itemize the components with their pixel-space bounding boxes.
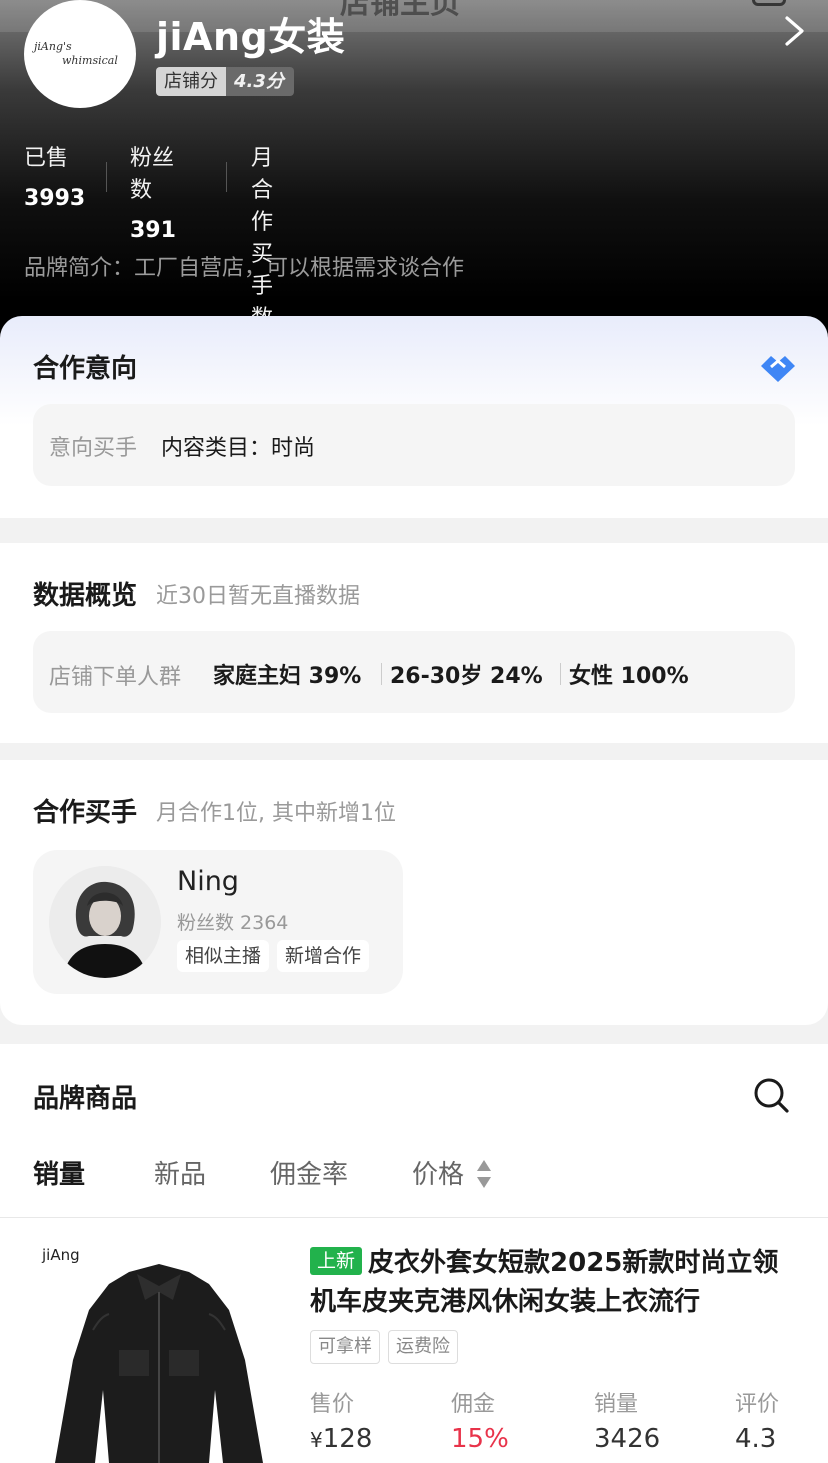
product-tag: 运费险 — [388, 1330, 458, 1364]
logo-text-line-1: jiAng's — [31, 40, 72, 53]
metric-sales: 销量 3426 — [594, 1386, 660, 1454]
buyer-avatar[interactable] — [49, 866, 161, 978]
score-label: 店铺分 — [156, 67, 226, 96]
intent-value: 内容类目：时尚 — [161, 436, 316, 461]
metric-price: 售价 ¥128 — [310, 1386, 372, 1454]
metric-sales-value: 3426 — [594, 1424, 661, 1454]
metric-rating-value: 4.3 — [735, 1424, 777, 1454]
sort-tab-commission[interactable]: 佣金率 — [270, 1154, 348, 1191]
segment-divider — [381, 663, 382, 685]
buyer-avatar-image — [49, 866, 161, 978]
chevron-right-icon[interactable] — [780, 14, 810, 48]
product-item[interactable]: jiAng 上新 皮衣外套女短款2025新款时尚立领机车皮夹克港风休闲女装上衣流行… — [0, 1218, 828, 1463]
stat-sold: 已售 3993 — [24, 140, 85, 211]
buyer-demographics-box: 店铺下单人群 家庭主妇 39% 26-30岁 24% 女性 100% — [33, 631, 795, 713]
brand-products-section: 品牌商品 销量 新品 佣金率 价格 jiAng 上新 皮衣外套女短款2025新款… — [0, 1044, 828, 1463]
data-overview-card: 数据概览 近30日暂无直播数据 店铺下单人群 家庭主妇 39% 26-30岁 2… — [0, 543, 828, 743]
cooperation-intent-box: 意向买手 内容类目：时尚 — [33, 404, 795, 486]
price-amount: 128 — [322, 1424, 373, 1454]
buyer-tag: 新增合作 — [277, 940, 370, 972]
buyer-tags: 相似主播 新增合作 — [177, 940, 370, 972]
search-icon[interactable] — [752, 1076, 790, 1114]
stat-sold-value: 3993 — [24, 186, 86, 211]
demographics-key: 店铺下单人群 — [49, 665, 182, 690]
stat-fans-value: 391 — [130, 218, 176, 243]
stat-sold-label: 已售 — [24, 146, 69, 171]
shop-score-badge: 店铺分 4.3分 — [156, 67, 294, 96]
stat-divider — [226, 162, 227, 192]
metric-commission-label: 佣金 — [451, 1392, 496, 1417]
product-title-text: 皮衣外套女短款2025新款时尚立领机车皮夹克港风休闲女装上衣流行 — [310, 1248, 779, 1317]
metric-price-label: 售价 — [310, 1392, 355, 1417]
product-tags: 可拿样 运费险 — [310, 1330, 458, 1364]
cooperation-card: 合作意向 意向买手 内容类目：时尚 — [0, 316, 828, 518]
demographic-segment: 家庭主妇 39% — [213, 664, 362, 689]
shop-name: jiAng女装 — [156, 15, 346, 59]
product-tag: 可拿样 — [310, 1330, 380, 1364]
data-overview-title: 数据概览 — [33, 581, 138, 611]
buyer-card[interactable]: Ning 粉丝数 2364 相似主播 新增合作 — [33, 850, 403, 994]
sort-tab-new[interactable]: 新品 — [154, 1154, 206, 1191]
brand-intro: 品牌简介：工厂自营店，可以根据需求谈合作 — [24, 256, 465, 281]
buyer-tag: 相似主播 — [177, 940, 270, 972]
metric-commission-value: 15% — [451, 1424, 509, 1454]
buyer-fans: 粉丝数 2364 — [177, 912, 289, 934]
currency-symbol: ¥ — [310, 1428, 323, 1452]
product-jacket-image — [55, 1264, 263, 1463]
cooperation-title: 合作意向 — [33, 354, 138, 384]
segment-divider — [560, 663, 561, 685]
cooperating-buyers-card: 合作买手 月合作1位, 其中新增1位 Ning 粉丝数 2364 相似主播 新增… — [0, 760, 828, 1025]
metric-rating: 评价 4.3 — [735, 1386, 779, 1454]
products-title: 品牌商品 — [33, 1084, 138, 1114]
buyers-subtitle: 月合作1位, 其中新增1位 — [156, 801, 396, 826]
metric-price-value: ¥128 — [310, 1424, 372, 1454]
sort-tab-price[interactable]: 价格 — [412, 1154, 464, 1191]
stat-fans: 粉丝数 391 — [130, 140, 176, 243]
product-brand-mark: jiAng — [42, 1246, 80, 1264]
sort-tab-sales[interactable]: 销量 — [33, 1154, 85, 1191]
new-badge: 上新 — [310, 1247, 363, 1275]
score-value: 4.3分 — [226, 67, 294, 96]
handshake-icon — [761, 356, 795, 382]
metric-sales-label: 销量 — [594, 1392, 639, 1417]
shop-logo-image: jiAng's whimsical — [31, 40, 118, 67]
stat-fans-label: 粉丝数 — [130, 146, 175, 203]
share-icon[interactable] — [752, 0, 786, 6]
demographic-segment: 26-30岁 24% — [390, 664, 543, 689]
demographic-segment: 女性 100% — [569, 664, 689, 689]
product-image[interactable]: jiAng — [33, 1240, 285, 1463]
product-title[interactable]: 上新 皮衣外套女短款2025新款时尚立领机车皮夹克港风休闲女装上衣流行 — [310, 1244, 790, 1322]
sort-bar: 销量 新品 佣金率 价格 — [0, 1154, 828, 1216]
sort-arrows-icon[interactable] — [476, 1158, 492, 1190]
data-overview-subtitle: 近30日暂无直播数据 — [156, 584, 360, 609]
top-bar-title: 店铺主页 — [340, 0, 460, 21]
logo-text-line-2: whimsical — [62, 54, 118, 67]
buyer-name: Ning — [177, 866, 239, 897]
buyers-title: 合作买手 — [33, 798, 138, 828]
metric-rating-label: 评价 — [735, 1392, 780, 1417]
shop-logo[interactable]: jiAng's whimsical — [24, 0, 136, 108]
metric-commission: 佣金 15% — [451, 1386, 509, 1454]
intent-key: 意向买手 — [49, 436, 138, 461]
shop-header: 店铺主页 jiAng's whimsical jiAng女装 店铺分 4.3分 … — [0, 0, 828, 371]
stat-divider — [106, 162, 107, 192]
stat-monthly-buyers-label: 月合作买手数 — [251, 146, 274, 331]
